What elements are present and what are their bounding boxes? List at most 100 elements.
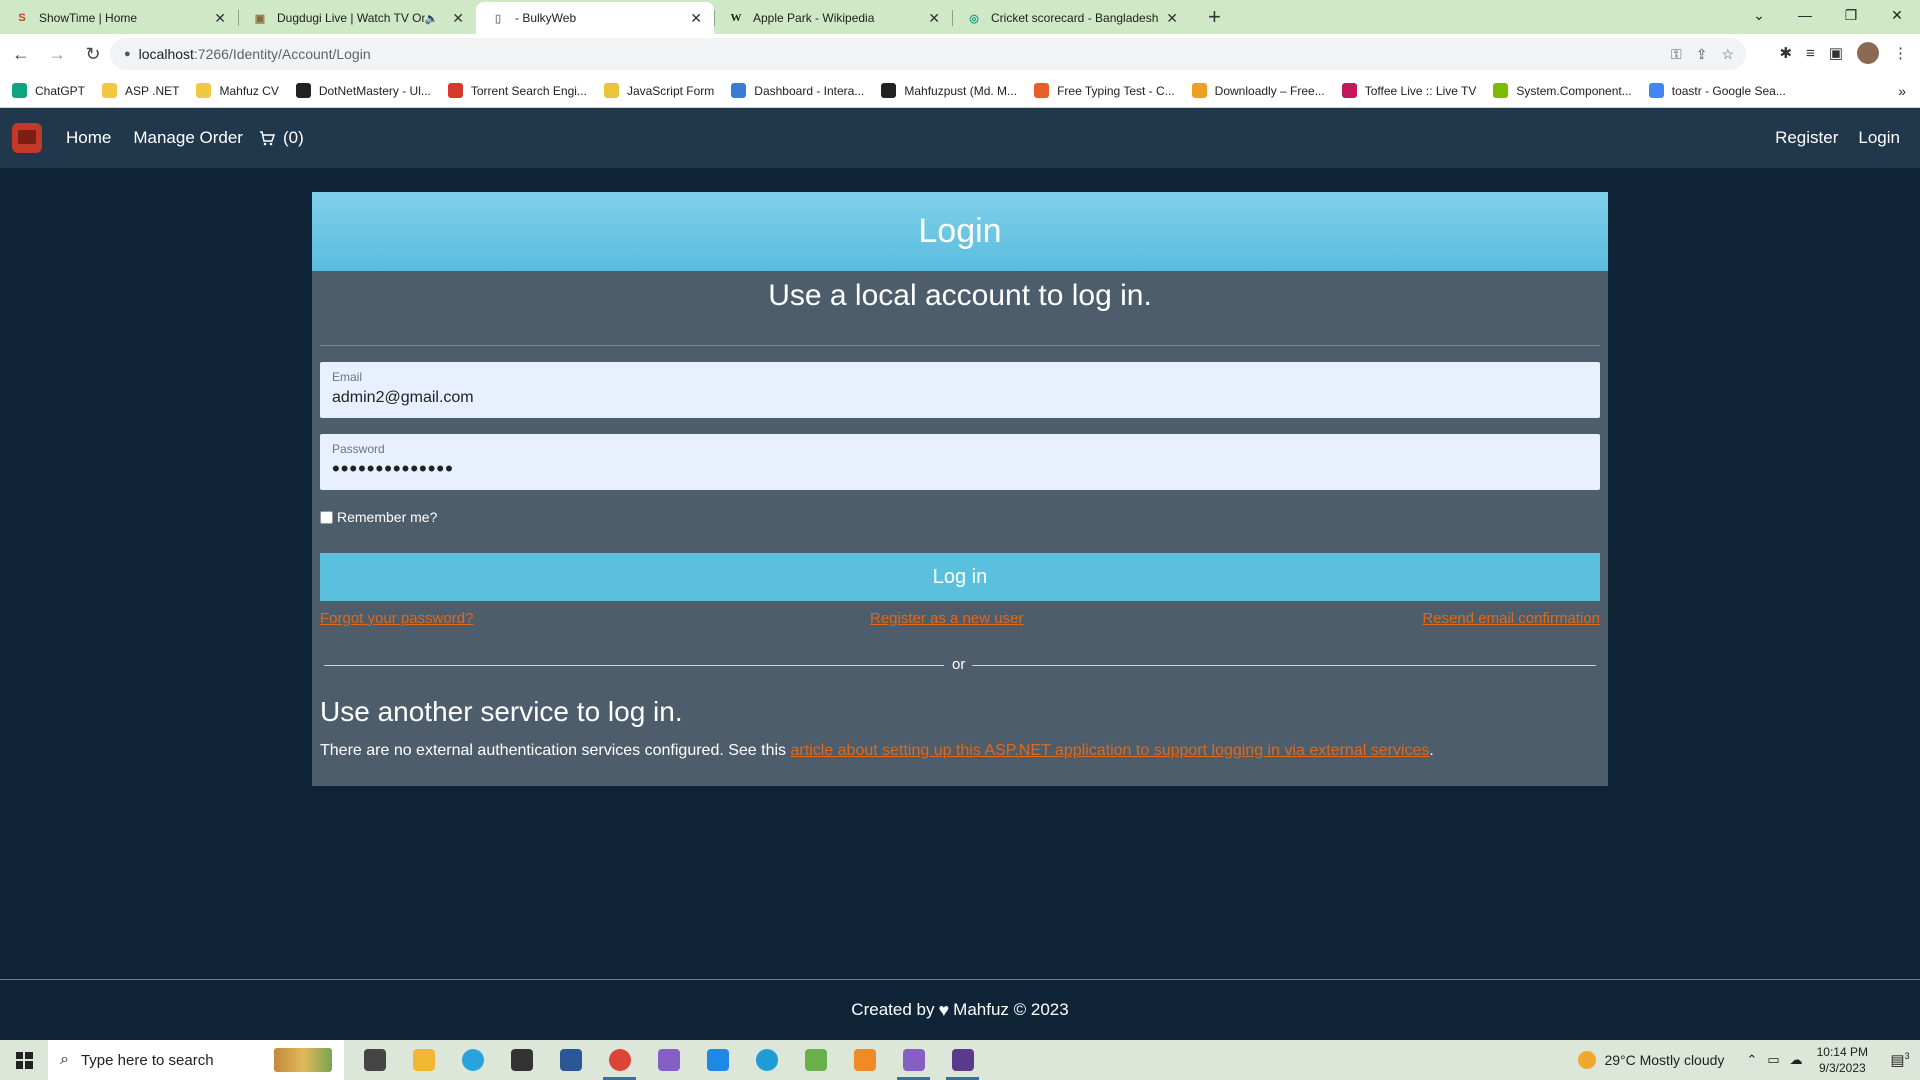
external-services-article-link[interactable]: article about setting up this ASP.NET ap… [791,742,1430,759]
bookmarks-bar: ChatGPT ASP .NET Mahfuz CV DotNetMastery - … [0,74,1920,108]
browser-tab[interactable]: ◎ Cricket scorecard - Bangladesh v ✕ [952,2,1190,34]
brand-logo[interactable] [12,123,42,153]
info-icon[interactable]: ● [124,48,131,60]
remember-me[interactable]: Remember me? [320,509,437,525]
reload-icon[interactable]: ↻ [78,44,108,65]
bookmark-label: JavaScript Form [626,83,715,98]
start-button[interactable] [0,1040,48,1080]
notification-center[interactable]: ▤3 [1880,1051,1920,1069]
chrome-taskbar-button[interactable] [595,1040,644,1080]
terminal-taskbar-button[interactable] [497,1040,546,1080]
nav-home[interactable]: Home [66,128,111,148]
bookmark-item[interactable]: System.Component... [1493,83,1632,98]
url-host: localhost [138,46,194,62]
bookmark-star-icon[interactable]: ☆ [1721,46,1734,63]
share-icon[interactable]: ⇪ [1696,46,1708,63]
visual-studio-2-taskbar-button[interactable] [889,1040,938,1080]
bookmark-label: toastr - Google Sea... [1671,83,1786,98]
weather-widget[interactable]: 29°C Mostly cloudy [1578,1051,1724,1069]
bookmark-item[interactable]: ASP .NET [102,83,179,98]
console-taskbar-button[interactable] [938,1040,987,1080]
browser-tab-active[interactable]: ▯ - BulkyWeb ✕ [476,2,714,34]
window-controls: ⌄ — ❐ ✕ [1736,0,1920,30]
side-panel-icon[interactable]: ▣ [1829,44,1843,62]
browser-tab[interactable]: ▣ Dugdugi Live | Watch TV Onl 🔈 ✕ [238,2,476,34]
bookmark-label: Free Typing Test - C... [1057,83,1175,98]
show-hidden-icons[interactable]: ⌃ [1746,1052,1757,1068]
network-icon[interactable]: ▭ [1767,1052,1779,1068]
remember-me-checkbox[interactable] [320,510,333,524]
email-input[interactable]: admin2@gmail.com [332,389,474,407]
bookmark-item[interactable]: JavaScript Form [603,83,715,98]
file-explorer-taskbar-button[interactable] [399,1040,448,1080]
bookmark-item[interactable]: Free Typing Test - C... [1034,83,1175,98]
browser-tab[interactable]: W Apple Park - Wikipedia ✕ [714,2,952,34]
password-input[interactable]: •••••••••••••• [332,456,454,482]
minimize-icon[interactable]: — [1782,7,1828,23]
bookmark-favicon-icon [1493,83,1509,98]
close-tab-icon[interactable]: ✕ [1166,10,1178,27]
remember-me-label[interactable]: Remember me? [337,509,437,525]
close-tab-icon[interactable]: ✕ [452,10,464,27]
close-window-icon[interactable]: ✕ [1874,7,1920,24]
bookmark-item[interactable]: toastr - Google Sea... [1648,83,1786,98]
bookmark-item[interactable]: DotNetMastery - Ul... [295,83,431,98]
clock[interactable]: 10:14 PM 9/3/2023 [1817,1044,1868,1076]
telegram-taskbar-button[interactable] [448,1040,497,1080]
bookmark-item[interactable]: Toffee Live :: Live TV [1341,83,1476,98]
powershell-icon [559,1049,582,1071]
bookmark-item[interactable]: ChatGPT [12,83,85,98]
nav-login[interactable]: Login [1858,128,1900,148]
sublime-taskbar-button[interactable] [840,1040,889,1080]
forgot-password-link[interactable]: Forgot your password? [320,610,473,627]
task-view-taskbar-button[interactable] [350,1040,399,1080]
bookmark-item[interactable]: Mahfuz CV [196,83,279,98]
onedrive-icon[interactable]: ☁ [1790,1052,1803,1068]
tab-search-icon[interactable]: ⌄ [1736,7,1782,24]
bookmark-item[interactable]: Dashboard - Intera... [731,83,864,98]
close-tab-icon[interactable]: ✕ [214,10,226,27]
bookmark-item[interactable]: Torrent Search Engi... [447,83,587,98]
bookmark-favicon-icon [447,83,463,98]
bookmark-item[interactable]: Downloadly – Free... [1191,83,1325,98]
extensions-icon[interactable]: ✱ [1779,44,1792,62]
resend-confirmation-link[interactable]: Resend email confirmation [1422,610,1600,627]
muted-audio-icon[interactable]: 🔈 [425,12,439,25]
browser-toolbar: ← → ↻ ● localhost:7266/Identity/Account/… [0,34,1920,74]
browser-tab[interactable]: S ShowTime | Home ✕ [0,2,238,34]
taskbar-search[interactable]: ⌕ Type here to search [48,1040,344,1080]
bookmark-favicon-icon [1191,83,1207,98]
notification-icon: ▤ [1890,1052,1905,1069]
visual-studio-taskbar-button[interactable] [644,1040,693,1080]
address-bar[interactable]: ● localhost:7266/Identity/Account/Login … [110,38,1746,70]
nav-cart[interactable]: (0) [259,128,304,148]
vscode-taskbar-button[interactable] [693,1040,742,1080]
url-path: :7266/Identity/Account/Login [193,46,371,62]
external-note-end: . [1429,742,1434,759]
back-icon[interactable]: ← [6,44,36,65]
bookmark-favicon-icon [295,83,311,98]
restore-icon[interactable]: ❐ [1828,7,1874,24]
register-link[interactable]: Register as a new user [870,610,1023,627]
nav-register[interactable]: Register [1775,128,1838,148]
edge-taskbar-button[interactable] [742,1040,791,1080]
bookmark-label: DotNetMastery - Ul... [318,83,431,98]
more-bookmarks-icon[interactable]: » [1898,83,1906,99]
password-key-icon[interactable]: ⚿ [1671,46,1682,63]
menu-icon[interactable]: ⋮ [1893,44,1908,62]
close-tab-icon[interactable]: ✕ [928,10,940,27]
media-control-icon[interactable]: ≡ [1806,45,1815,62]
powershell-taskbar-button[interactable] [546,1040,595,1080]
forward-icon[interactable]: → [42,44,72,65]
profile-avatar[interactable] [1857,42,1879,64]
new-tab-icon[interactable]: + [1208,4,1221,30]
nav-manage-order[interactable]: Manage Order [133,128,243,148]
system-tray: 29°C Mostly cloudy ⌃ ▭ ☁ 10:14 PM 9/3/20… [1578,1040,1920,1080]
bookmark-item[interactable]: Mahfuzpust (Md. M... [881,83,1017,98]
close-tab-icon[interactable]: ✕ [690,10,702,27]
bookmark-favicon-icon [196,83,212,98]
snipping-tool-taskbar-button[interactable] [791,1040,840,1080]
login-button[interactable]: Log in [320,553,1600,601]
email-field[interactable]: Email admin2@gmail.com [320,362,1600,418]
password-field[interactable]: Password •••••••••••••• [320,434,1600,490]
